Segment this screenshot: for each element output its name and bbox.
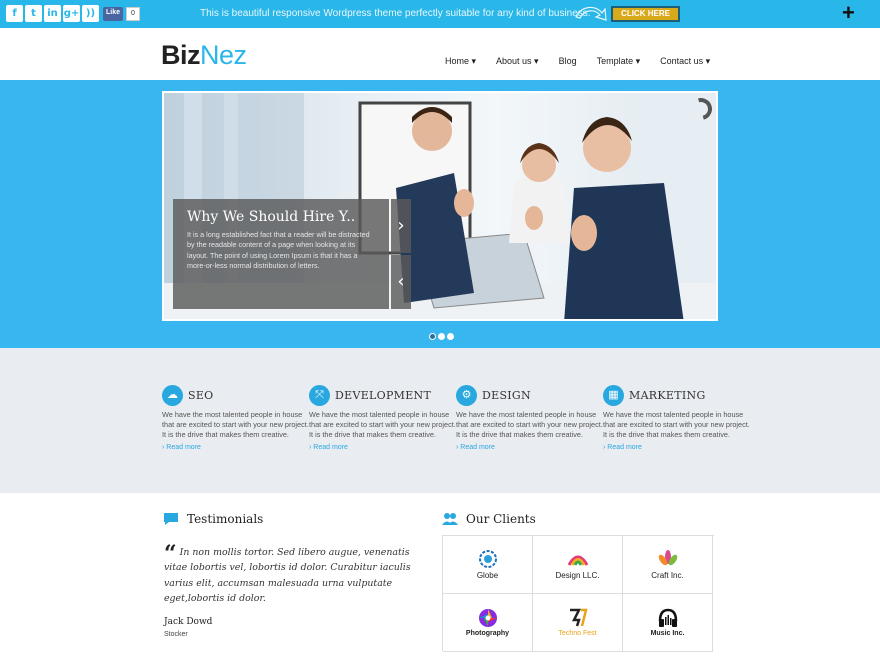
globe-logo-icon — [478, 550, 497, 568]
testimonials-header: Testimonials — [163, 512, 423, 526]
slider-caption-text: It is a long established fact that a rea… — [187, 230, 370, 270]
nav-item-blog[interactable]: Blog — [559, 56, 577, 67]
client-name: Music Inc. — [650, 630, 685, 637]
testimonial-author: Jack Dowd — [164, 617, 213, 627]
read-more-link[interactable]: › Read more — [309, 444, 459, 451]
client-name: Photography — [465, 630, 510, 637]
service-development: ⤧ DEVELOPMENT We have the most talented p… — [309, 385, 459, 451]
service-title: DEVELOPMENT — [335, 389, 432, 402]
client-logo[interactable]: Globe — [443, 536, 533, 594]
curved-arrow-icon — [575, 6, 607, 21]
read-more-link[interactable]: › Read more — [162, 444, 312, 451]
client-logo[interactable]: Craft Inc. — [623, 536, 713, 594]
click-here-button[interactable]: CLICK HERE — [611, 6, 680, 22]
nav-item-home[interactable]: Home ▾ — [445, 56, 476, 67]
service-seo: ☁ SEO We have the most talented people in… — [162, 385, 312, 451]
client-name: Design LLC. — [555, 571, 600, 580]
cloud-icon: ☁ — [162, 385, 183, 406]
client-logo[interactable]: Music Inc. — [623, 594, 713, 652]
site-logo[interactable]: BizNez — [161, 40, 247, 71]
client-name: Craft Inc. — [651, 571, 684, 580]
client-logo[interactable]: Design LLC. — [533, 536, 623, 594]
google-plus-icon[interactable]: g+ — [63, 5, 80, 22]
slider-arrows: › ‹ — [391, 199, 411, 309]
logo-part-nez: Nez — [200, 40, 247, 70]
slider-caption: Why We Should Hire Y.. It is a long esta… — [173, 199, 389, 309]
slider-pagination — [429, 333, 454, 340]
client-name: Techno Fest — [558, 630, 597, 637]
nav-item-template[interactable]: Template ▾ — [597, 56, 641, 67]
facebook-like-count: 0 — [126, 7, 140, 21]
facebook-like-button[interactable]: Like — [103, 7, 124, 21]
service-description: We have the most talented people in hous… — [162, 410, 309, 440]
slider-prev-button[interactable]: ‹ — [391, 255, 411, 309]
users-icon — [442, 513, 458, 525]
service-design: ⚙ DESIGN We have the most talented people… — [456, 385, 606, 451]
social-links: f t in g+ )) Like 0 — [6, 5, 140, 22]
aperture-logo-icon — [478, 609, 497, 627]
service-title: MARKETING — [629, 389, 706, 402]
service-title: DESIGN — [482, 389, 531, 402]
client-logo[interactable]: Techno Fest — [533, 594, 623, 652]
service-marketing: ▦ MARKETING We have the most talented peo… — [603, 385, 753, 451]
toggle-plus-icon[interactable]: + — [842, 2, 855, 24]
testimonial-role: Stocker — [164, 631, 188, 638]
read-more-link[interactable]: › Read more — [456, 444, 606, 451]
slider-dot-2[interactable] — [438, 333, 445, 340]
twitter-icon[interactable]: t — [25, 5, 42, 22]
read-more-link[interactable]: › Read more — [603, 444, 753, 451]
facebook-like-widget[interactable]: Like 0 — [103, 7, 140, 21]
client-logo[interactable]: Photography — [443, 594, 533, 652]
nav-item-about-us[interactable]: About us ▾ — [496, 56, 539, 67]
lotus-logo-icon — [658, 550, 677, 566]
client-name: Globe — [476, 571, 499, 580]
nav-item-contact-us[interactable]: Contact us ▾ — [660, 56, 710, 67]
clients-header: Our Clients — [442, 512, 536, 526]
slider-dot-3[interactable] — [447, 333, 454, 340]
testimonials-title: Testimonials — [187, 512, 264, 526]
techno-fest-logo-icon — [569, 608, 588, 627]
slider-next-button[interactable]: › — [391, 199, 411, 253]
clients-grid: Globe Design LLC. Craft Inc. Photography… — [442, 535, 714, 652]
rss-icon[interactable]: )) — [82, 5, 99, 22]
main-nav: Home ▾ About us ▾ Blog Template ▾ Contac… — [445, 56, 730, 67]
service-description: We have the most talented people in hous… — [309, 410, 456, 440]
facebook-icon[interactable]: f — [6, 5, 23, 22]
site-header — [0, 28, 880, 80]
promo-message: This is beautiful responsive Wordpress t… — [200, 8, 591, 19]
gears-icon: ⚙ — [456, 385, 477, 406]
linkedin-icon[interactable]: in — [44, 5, 61, 22]
testimonial-text: In non mollis tortor. Sed libero augue, … — [164, 547, 411, 605]
expand-arrows-icon: ⤧ — [309, 385, 330, 406]
service-description: We have the most talented people in hous… — [456, 410, 603, 440]
service-description: We have the most talented people in hous… — [603, 410, 750, 440]
slider-dot-1[interactable] — [429, 333, 436, 340]
testimonial-quote: “In non mollis tortor. Sed libero augue,… — [164, 543, 414, 607]
logo-part-biz: Biz — [161, 40, 201, 70]
service-title: SEO — [188, 389, 214, 402]
grid-icon: ▦ — [603, 385, 624, 406]
clients-title: Our Clients — [466, 512, 536, 526]
slider-caption-title[interactable]: Why We Should Hire Y.. — [187, 209, 355, 225]
design-llc-logo-icon — [567, 555, 588, 566]
chat-bubble-icon — [164, 513, 178, 525]
headphones-logo-icon — [658, 608, 677, 627]
